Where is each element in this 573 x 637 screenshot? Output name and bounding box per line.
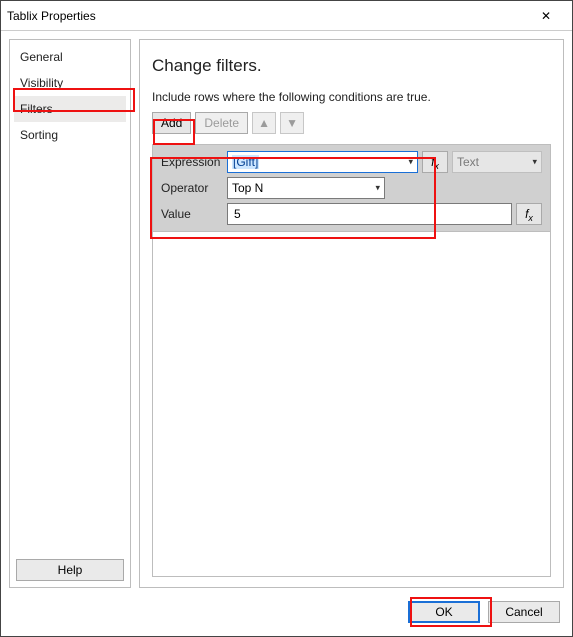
nav-item-visibility[interactable]: Visibility (14, 70, 126, 96)
expression-fx-button[interactable]: fx (422, 151, 448, 173)
close-button[interactable]: ✕ (526, 2, 566, 30)
ok-label: OK (435, 605, 452, 619)
titlebar: Tablix Properties ✕ (1, 1, 572, 31)
filter-row: Expression [Gift] ▾ fx Text ▾ Operator (153, 145, 550, 232)
nav-item-general[interactable]: General (14, 44, 126, 70)
delete-label: Delete (204, 116, 239, 130)
chevron-down-icon: ▾ (532, 157, 537, 168)
expression-value: [Gift] (232, 155, 259, 169)
ok-button[interactable]: OK (408, 601, 480, 623)
filters-toolbar: Add Delete ▲ ▼ (152, 112, 551, 134)
type-value: Text (457, 155, 479, 169)
nav-label: Sorting (20, 128, 58, 142)
expression-label: Expression (161, 155, 223, 169)
sidebar: General Visibility Filters Sorting Help (9, 39, 131, 588)
operator-row: Operator Top N ▾ (161, 177, 542, 199)
arrow-down-icon: ▼ (286, 116, 298, 130)
nav-label: General (20, 50, 63, 64)
expression-row: Expression [Gift] ▾ fx Text ▾ (161, 151, 542, 173)
window-title: Tablix Properties (7, 9, 526, 23)
move-up-button[interactable]: ▲ (252, 112, 276, 134)
fx-icon: fx (525, 207, 533, 221)
add-label: Add (161, 116, 182, 130)
expression-combo[interactable]: [Gift] ▾ (227, 151, 418, 173)
value-fx-button[interactable]: fx (516, 203, 542, 225)
chevron-down-icon: ▾ (408, 157, 413, 168)
fx-icon: fx (431, 155, 439, 169)
cancel-button[interactable]: Cancel (488, 601, 560, 623)
page-title: Change filters. (152, 56, 551, 76)
filters-list: Expression [Gift] ▾ fx Text ▾ Operator (152, 144, 551, 577)
operator-combo[interactable]: Top N ▾ (227, 177, 385, 199)
add-button[interactable]: Add (152, 112, 191, 134)
main-panel: Change filters. Include rows where the f… (139, 39, 564, 588)
nav-item-filters[interactable]: Filters (14, 96, 126, 122)
operator-value: Top N (232, 181, 263, 195)
dialog-window: Tablix Properties ✕ General Visibility F… (0, 0, 573, 637)
dialog-footer: OK Cancel (1, 596, 572, 636)
value-field[interactable] (232, 204, 507, 224)
value-row: Value fx (161, 203, 542, 225)
cancel-label: Cancel (505, 605, 542, 619)
help-label: Help (58, 563, 83, 577)
instruction-text: Include rows where the following conditi… (152, 90, 551, 104)
delete-button[interactable]: Delete (195, 112, 248, 134)
nav-list: General Visibility Filters Sorting (14, 44, 126, 148)
value-label: Value (161, 207, 223, 221)
arrow-up-icon: ▲ (258, 116, 270, 130)
operator-label: Operator (161, 181, 223, 195)
nav-item-sorting[interactable]: Sorting (14, 122, 126, 148)
nav-label: Visibility (20, 76, 63, 90)
nav-label: Filters (20, 102, 53, 116)
type-combo: Text ▾ (452, 151, 542, 173)
value-input[interactable] (227, 203, 512, 225)
move-down-button[interactable]: ▼ (280, 112, 304, 134)
close-icon: ✕ (541, 9, 551, 23)
help-button[interactable]: Help (16, 559, 124, 581)
dialog-body: General Visibility Filters Sorting Help … (1, 31, 572, 596)
chevron-down-icon: ▾ (375, 183, 380, 194)
